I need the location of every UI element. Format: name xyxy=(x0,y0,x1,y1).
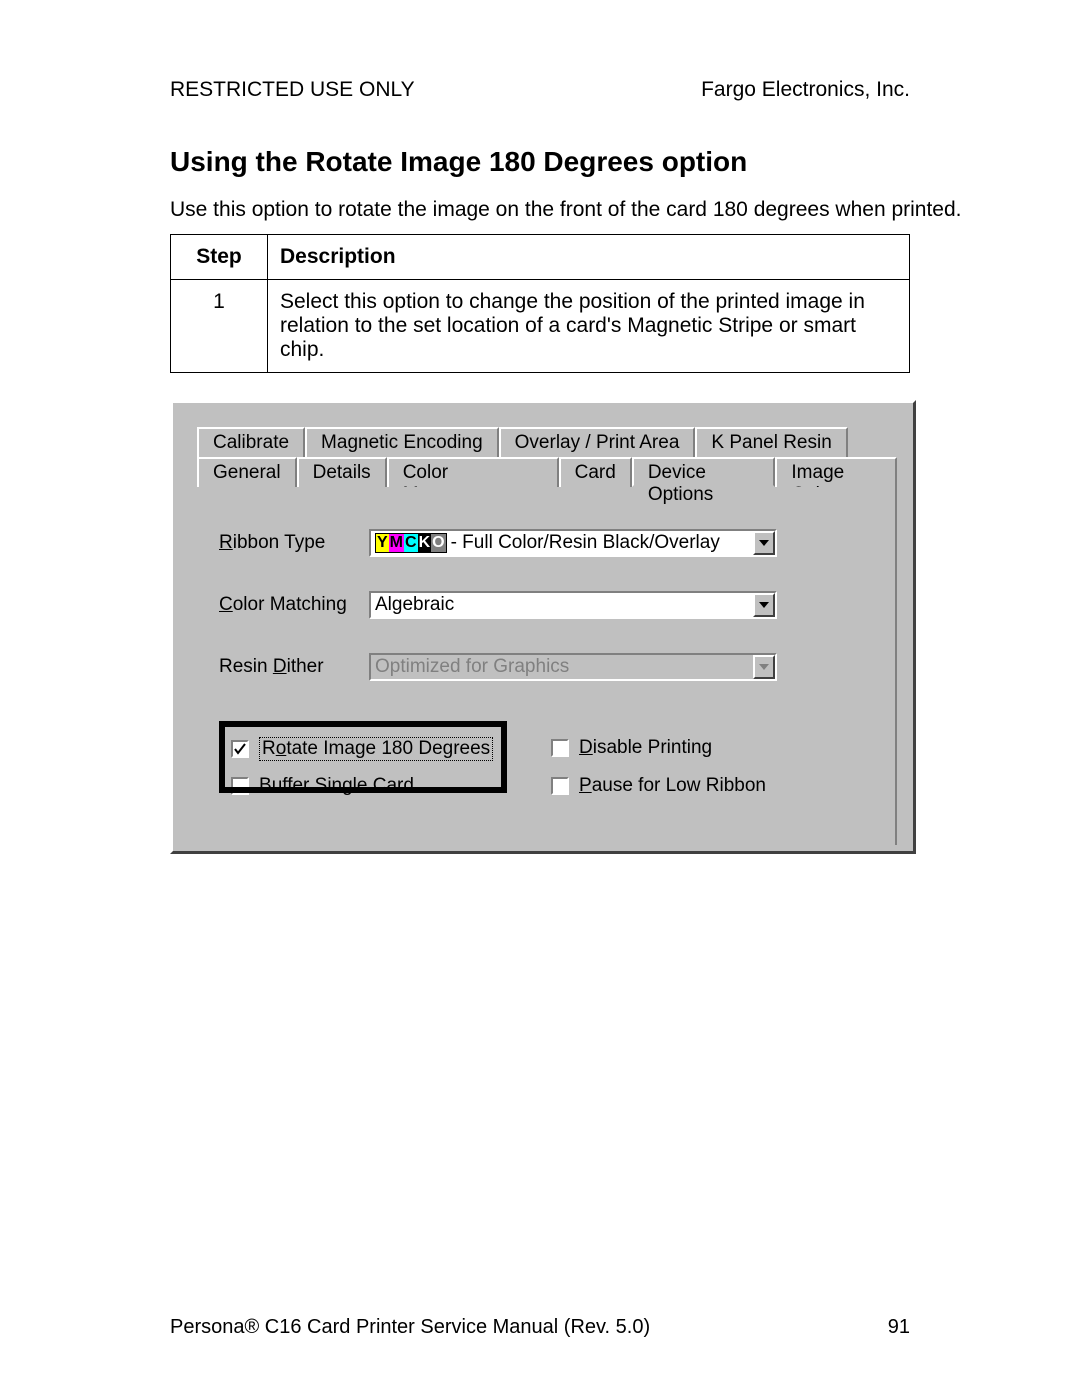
section-paragraph: Use this option to rotate the image on t… xyxy=(170,198,962,222)
table-head-desc: Description xyxy=(268,235,910,280)
step-table: Step Description 1 Select this option to… xyxy=(170,234,910,373)
checkbox-icon xyxy=(231,740,249,758)
header-company: Fargo Electronics, Inc. xyxy=(701,78,910,102)
checkbox-rotate-180[interactable]: Rotate Image 180 Degrees xyxy=(231,737,493,761)
tab-color-management[interactable]: Color Management xyxy=(387,457,559,487)
combo-ribbon-value: - Full Color/Resin Black/Overlay xyxy=(451,532,720,554)
device-options-dialog: Calibrate Magnetic Encoding Overlay / Pr… xyxy=(170,400,916,854)
combo-dither-value: Optimized for Graphics xyxy=(375,656,569,678)
checkbox-buffer-single-card[interactable]: Buffer Single Card xyxy=(231,775,414,797)
tab-general[interactable]: General xyxy=(197,457,297,487)
footer-page: 91 xyxy=(888,1316,910,1339)
tab-k-panel-resin[interactable]: K Panel Resin xyxy=(695,427,847,457)
label-ribbon-type: Ribbon Type xyxy=(219,532,369,554)
checkbox-pause-label: Pause for Low Ribbon xyxy=(579,775,766,797)
checkbox-disable-label: Disable Printing xyxy=(579,737,712,759)
tab-image-color[interactable]: Image Color xyxy=(775,457,897,487)
tab-magnetic-encoding[interactable]: Magnetic Encoding xyxy=(305,427,499,457)
table-row: 1 Select this option to change the posit… xyxy=(171,280,910,373)
ymcko-icon: YMCKO xyxy=(375,533,447,553)
tab-calibrate[interactable]: Calibrate xyxy=(197,427,305,457)
checkbox-pause-low-ribbon[interactable]: Pause for Low Ribbon xyxy=(551,775,766,797)
checkbox-icon xyxy=(551,739,569,757)
table-head-step: Step xyxy=(171,235,268,280)
tab-row-front: General Details Color Management Card De… xyxy=(197,457,897,487)
chevron-down-icon[interactable] xyxy=(753,593,775,617)
tab-device-options[interactable]: Device Options xyxy=(632,457,776,487)
tab-row-back: Calibrate Magnetic Encoding Overlay / Pr… xyxy=(197,427,897,457)
table-cell-step: 1 xyxy=(171,280,268,373)
checkbox-icon xyxy=(551,777,569,795)
chevron-down-icon xyxy=(753,655,775,679)
section-title: Using the Rotate Image 180 Degrees optio… xyxy=(170,146,747,178)
combo-color-matching[interactable]: Algebraic xyxy=(369,591,777,619)
checkbox-icon xyxy=(231,777,249,795)
tab-pane: Ribbon Type YMCKO - Full Color/Resin Bla… xyxy=(197,487,897,845)
header-restricted: RESTRICTED USE ONLY xyxy=(170,78,415,102)
footer-manual: Persona® C16 Card Printer Service Manual… xyxy=(170,1316,650,1339)
checkbox-rotate-label: Rotate Image 180 Degrees xyxy=(259,737,493,761)
table-cell-desc: Select this option to change the positio… xyxy=(268,280,910,373)
label-color-matching: Color Matching xyxy=(219,594,369,616)
combo-resin-dither: Optimized for Graphics xyxy=(369,653,777,681)
tab-details[interactable]: Details xyxy=(297,457,387,487)
tab-card[interactable]: Card xyxy=(559,457,632,487)
chevron-down-icon[interactable] xyxy=(753,531,775,555)
label-resin-dither: Resin Dither xyxy=(219,656,369,678)
combo-color-value: Algebraic xyxy=(375,594,454,616)
combo-ribbon-type[interactable]: YMCKO - Full Color/Resin Black/Overlay xyxy=(369,529,777,557)
checkbox-disable-printing[interactable]: Disable Printing xyxy=(551,737,712,759)
tab-overlay-print-area[interactable]: Overlay / Print Area xyxy=(499,427,696,457)
checkbox-buffer-label: Buffer Single Card xyxy=(259,775,414,797)
